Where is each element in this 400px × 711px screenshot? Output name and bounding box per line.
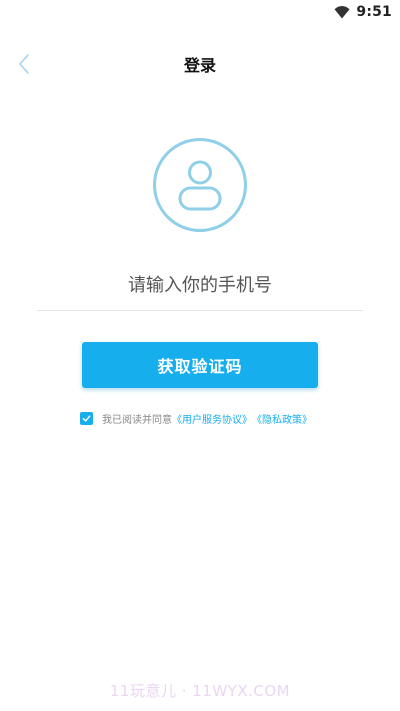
page-title: 登录 [183, 56, 216, 75]
privacy-policy-link[interactable]: 《隐私政策》 [252, 411, 312, 426]
header: 登录 [0, 46, 400, 82]
agreement-text: 我已阅读并同意 [102, 414, 172, 426]
login-screen: 9:51 登录 获取验证码 我已阅读并同意 《用户服务协议》 《隐私政策》 [0, 0, 400, 711]
get-verification-code-button[interactable]: 获取验证码 [82, 342, 318, 388]
agreement-row: 我已阅读并同意 《用户服务协议》 《隐私政策》 [80, 409, 312, 427]
status-time: 9:51 [356, 4, 392, 20]
status-bar-right: 9:51 [334, 2, 392, 22]
user-avatar-icon [153, 138, 247, 232]
wifi-icon [334, 6, 350, 19]
agreement-checkbox[interactable] [80, 411, 93, 425]
user-agreement-link[interactable]: 《用户服务协议》 [172, 411, 252, 426]
status-bar: 9:51 [0, 0, 400, 24]
watermark: 11玩意儿 · 11WYX.COM [109, 682, 291, 700]
phone-field [37, 262, 363, 311]
checkmark-icon [82, 414, 91, 422]
phone-number-input[interactable] [37, 262, 363, 308]
